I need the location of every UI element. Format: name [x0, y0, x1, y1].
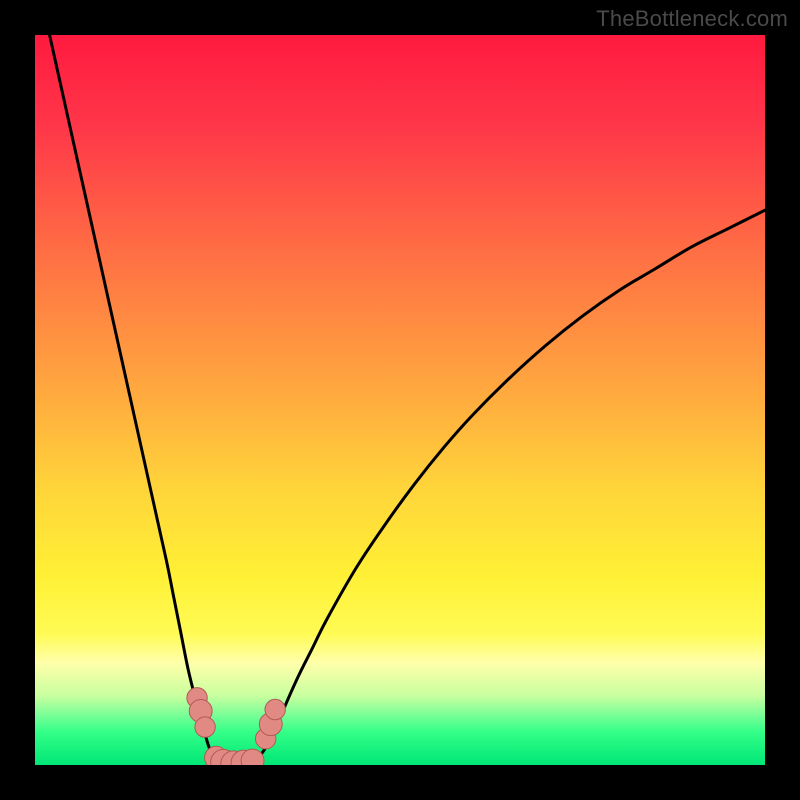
data-marker	[195, 717, 215, 737]
data-marker	[265, 699, 285, 719]
curve-path	[50, 35, 765, 764]
plot-area	[35, 35, 765, 765]
chart-frame: TheBottleneck.com	[0, 0, 800, 800]
bottleneck-curve	[35, 35, 765, 765]
watermark-text: TheBottleneck.com	[596, 6, 788, 32]
